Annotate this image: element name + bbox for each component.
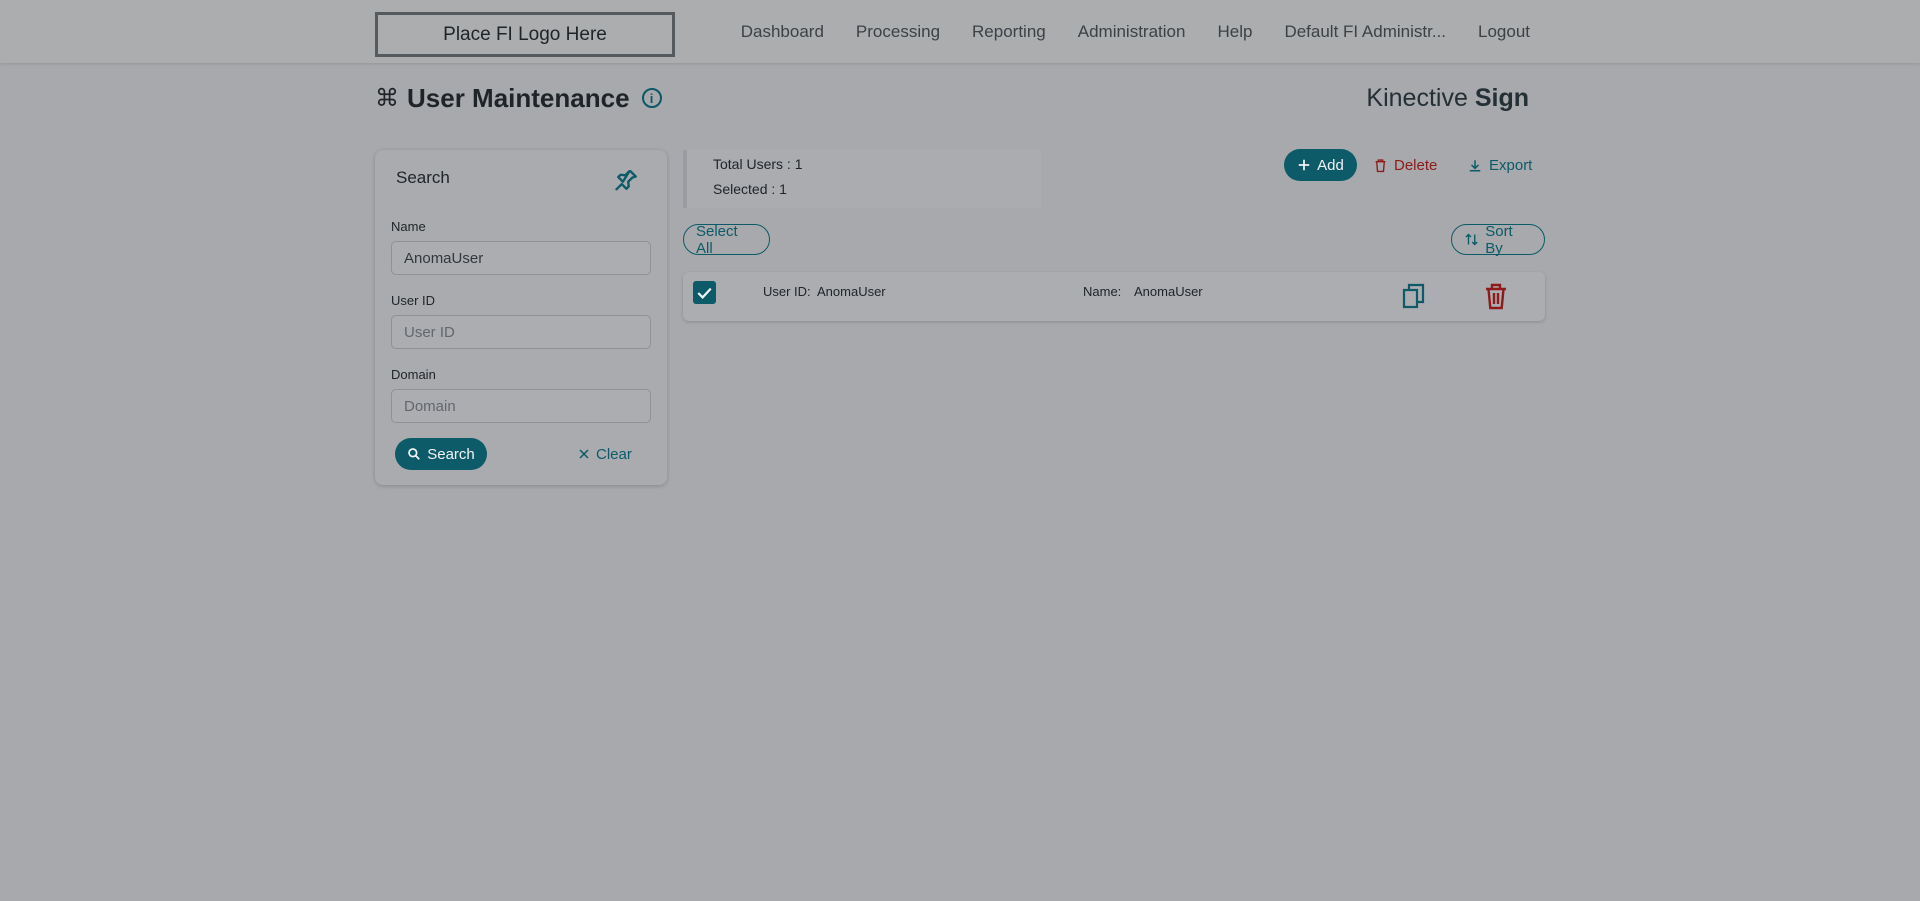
nav-logout[interactable]: Logout — [1478, 22, 1530, 42]
domain-input[interactable] — [391, 389, 651, 423]
clear-button-label: Clear — [596, 445, 632, 463]
nav-user-menu[interactable]: Default FI Administr... — [1284, 22, 1446, 42]
user-id-cell-label: User ID: — [763, 284, 811, 299]
user-id-input[interactable] — [391, 315, 651, 349]
nav-reporting[interactable]: Reporting — [972, 22, 1046, 42]
delete-button[interactable]: Delete — [1374, 149, 1437, 181]
page-title: User Maintenance — [407, 82, 630, 113]
info-icon[interactable]: i — [641, 88, 662, 108]
copy-icon[interactable] — [1402, 283, 1426, 309]
brand-name-bold: Sign — [1474, 84, 1529, 112]
brand-name-light: Kinective — [1366, 84, 1468, 112]
checkmark-icon — [697, 287, 712, 299]
table-row[interactable]: User ID: AnomaUser Name: AnomaUser — [683, 272, 1545, 321]
select-all-button[interactable]: Select All — [683, 222, 770, 257]
brand-logo: Kinective Sign — [1366, 84, 1529, 113]
page-header: ⌘ User Maintenance i — [375, 82, 662, 114]
nav-dashboard[interactable]: Dashboard — [741, 22, 824, 42]
search-panel: Search Name User ID Domain Search Clear — [375, 150, 667, 485]
name-cell-value: AnomaUser — [1134, 284, 1203, 299]
selected-count-text: Selected : 1 — [713, 181, 787, 197]
select-all-label: Select All — [696, 222, 738, 257]
search-icon — [408, 448, 421, 460]
trash-icon — [1375, 158, 1386, 172]
command-icon: ⌘ — [375, 84, 399, 112]
add-button-label: Add — [1317, 156, 1344, 174]
download-icon — [1469, 159, 1481, 171]
delete-button-label: Delete — [1394, 156, 1438, 174]
top-navigation-bar: Place FI Logo Here Dashboard Processing … — [0, 0, 1920, 63]
close-icon — [579, 449, 589, 459]
clear-button[interactable]: Clear — [578, 438, 632, 470]
nav-processing[interactable]: Processing — [856, 22, 940, 42]
nav-administration[interactable]: Administration — [1078, 22, 1186, 42]
name-cell-label: Name: — [1083, 284, 1122, 299]
sort-by-button[interactable]: Sort By — [1451, 222, 1545, 257]
pin-icon[interactable] — [613, 166, 641, 194]
name-label: Name — [391, 219, 426, 234]
total-users-text: Total Users : 1 — [713, 156, 803, 172]
search-button-label: Search — [427, 445, 475, 463]
search-button[interactable]: Search — [395, 438, 487, 470]
add-user-button[interactable]: Add — [1284, 149, 1357, 181]
plus-icon — [1298, 159, 1310, 171]
row-checkbox[interactable] — [693, 281, 716, 304]
delete-row-icon[interactable] — [1484, 283, 1508, 310]
logo-placeholder[interactable]: Place FI Logo Here — [375, 12, 675, 57]
domain-label: Domain — [391, 367, 436, 382]
sort-icon — [1465, 233, 1478, 246]
name-input[interactable] — [391, 241, 651, 275]
selection-summary: Total Users : 1 Selected : 1 — [683, 150, 1041, 208]
export-button[interactable]: Export — [1468, 149, 1532, 181]
main-nav: Dashboard Processing Reporting Administr… — [741, 0, 1530, 63]
user-id-label: User ID — [391, 293, 436, 308]
export-button-label: Export — [1489, 156, 1533, 174]
search-panel-title: Search — [396, 168, 450, 187]
user-id-cell-value: AnomaUser — [817, 284, 886, 299]
nav-help[interactable]: Help — [1217, 22, 1252, 42]
sort-by-label: Sort By — [1485, 222, 1513, 257]
